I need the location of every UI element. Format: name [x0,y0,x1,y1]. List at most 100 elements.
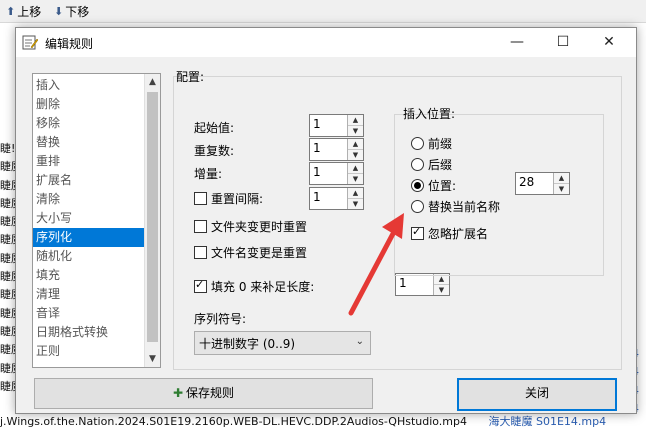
checkbox-box[interactable] [194,278,207,293]
step-value: 1 [313,165,321,179]
rule-item-insert[interactable]: 插入 [33,76,146,95]
close-button[interactable]: 关闭 [457,378,617,411]
radio-replace-name[interactable]: 替换当前名称 [411,198,500,215]
arrow-up-icon: ⬆ [6,5,16,18]
minimize-icon: — [510,34,524,50]
rule-item-padding[interactable]: 填充 [33,266,146,285]
chevron-down-icon: ⌄ [355,336,364,347]
rule-item-remove[interactable]: 移除 [33,114,146,133]
rule-item-cleanup[interactable]: 清理 [33,285,146,304]
move-down-label: 下移 [65,5,90,19]
config-label: 配置: [176,70,205,84]
folder-reset-checkbox[interactable]: 文件夹变更时重置 [194,218,307,235]
spin-down-icon[interactable]: ▼ [554,184,569,194]
start-label: 起始值: [194,121,235,135]
rule-item-rearrange[interactable]: 重排 [33,152,146,171]
seq-symbol-select[interactable]: 十进制数字 (0..9) ⌄ [194,331,371,355]
spin-down-icon[interactable]: ▼ [434,285,449,295]
arrow-down-icon: ⬇ [54,5,64,18]
scroll-up-icon[interactable]: ▲ [145,74,160,90]
new-filename: 海大睫魔 S01E14.mp4 [488,415,607,428]
scroll-down-icon[interactable]: ▼ [145,351,160,367]
list-scrollbar[interactable]: ▲ ▼ [144,74,160,367]
pad-length-value: 1 [399,276,407,290]
save-rule-button[interactable]: ✚ 保存规则 [34,378,373,409]
checkbox-box[interactable] [411,225,424,240]
rule-item-delete[interactable]: 删除 [33,95,146,114]
name-reset-checkbox[interactable]: 文件名变更是重置 [194,244,307,261]
radio-prefix-label: 前缀 [428,137,453,151]
radio-replace-name-label: 替换当前名称 [428,200,501,214]
radio-position-label: 位置: [428,179,457,193]
checkbox-box[interactable] [194,220,207,233]
old-filename: j.Wings.of.the.Nation.2024.S01E19.2160p.… [0,415,467,428]
dialog-title: 编辑规则 [45,37,94,51]
ignore-extension-label: 忽略扩展名 [428,227,489,241]
pad-length-spinner[interactable]: 1 ▲ ▼ [395,273,450,296]
reset-interval-spinner[interactable]: 1 ▲ ▼ [309,187,364,210]
ignore-extension-checkbox[interactable]: 忽略扩展名 [411,225,488,242]
rule-type-list[interactable]: 插入 删除 移除 替换 重排 扩展名 清除 大小写 序列化 随机化 填充 清理 … [32,73,161,368]
radio-dot[interactable] [411,200,424,213]
radio-prefix[interactable]: 前缀 [411,135,452,152]
checkbox-box[interactable] [194,246,207,259]
maximize-button[interactable]: ☐ [540,28,586,57]
spin-up-icon[interactable]: ▲ [348,163,363,174]
radio-position[interactable]: 位置: [411,177,456,194]
rule-item-serialize[interactable]: 序列化 [33,228,146,247]
reset-interval-checkbox[interactable]: 重置间隔: [194,190,263,207]
rule-item-case[interactable]: 大小写 [33,209,146,228]
plus-icon: ✚ [172,386,184,400]
scroll-thumb[interactable] [147,92,158,342]
position-value: 28 [519,175,535,189]
spin-down-icon[interactable]: ▼ [348,126,363,136]
start-value: 1 [313,117,321,131]
spin-up-icon[interactable]: ▲ [554,173,569,184]
radio-suffix[interactable]: 后缀 [411,156,452,173]
maximize-icon: ☐ [556,34,570,50]
edit-rule-icon [22,35,38,50]
edit-rule-dialog: 编辑规则 — ☐ ✕ 插入 删除 移除 替换 重排 扩展名 清除 大小写 序列化… [15,27,637,414]
step-label: 增量: [194,167,223,181]
radio-dot[interactable] [411,158,424,171]
minimize-button[interactable]: — [494,28,540,57]
repeat-label: 重复数: [194,144,235,158]
rule-item-replace[interactable]: 替换 [33,133,146,152]
spin-down-icon[interactable]: ▼ [348,199,363,209]
seq-symbol-value: 十进制数字 (0..9) [199,337,296,351]
step-spinner[interactable]: 1 ▲ ▼ [309,162,364,185]
rule-item-extension[interactable]: 扩展名 [33,171,146,190]
close-label: 关闭 [524,386,549,400]
reset-interval-value: 1 [313,190,321,204]
folder-reset-label: 文件夹变更时重置 [211,220,308,234]
radio-dot[interactable] [411,179,424,192]
close-window-button[interactable]: ✕ [586,28,632,57]
name-reset-label: 文件名变更是重置 [211,246,308,260]
rule-item-reformat-date[interactable]: 日期格式转换 [33,323,146,342]
rule-item-translit[interactable]: 音译 [33,304,146,323]
spin-up-icon[interactable]: ▲ [348,115,363,126]
spin-up-icon[interactable]: ▲ [348,188,363,199]
reset-interval-label: 重置间隔: [211,192,264,206]
rule-item-randomize[interactable]: 随机化 [33,247,146,266]
rule-item-regex[interactable]: 正则 [33,342,146,361]
repeat-spinner[interactable]: 1 ▲ ▼ [309,138,364,161]
background-bottom-row[interactable]: j.Wings.of.the.Nation.2024.S01E19.2160p.… [0,414,646,429]
rule-item-strip[interactable]: 清除 [33,190,146,209]
radio-dot[interactable] [411,137,424,150]
start-value-spinner[interactable]: 1 ▲ ▼ [309,114,364,137]
main-toolbar: ⬆ 上移 ⬇ 下移 [0,0,646,23]
move-up-button[interactable]: ⬆ 上移 [6,3,41,20]
position-spinner[interactable]: 28 ▲ ▼ [515,172,570,195]
close-icon: ✕ [603,34,615,50]
dialog-titlebar[interactable]: 编辑规则 — ☐ ✕ [16,28,636,57]
spin-up-icon[interactable]: ▲ [348,139,363,150]
spin-down-icon[interactable]: ▼ [348,174,363,184]
seq-symbol-label: 序列符号: [194,312,247,326]
pad-zero-checkbox[interactable]: 填充 0 来补足长度: [194,278,314,295]
save-rule-label: 保存规则 [186,386,235,400]
move-down-button[interactable]: ⬇ 下移 [54,3,89,20]
spin-down-icon[interactable]: ▼ [348,150,363,160]
radio-suffix-label: 后缀 [428,158,453,172]
checkbox-box[interactable] [194,192,207,205]
